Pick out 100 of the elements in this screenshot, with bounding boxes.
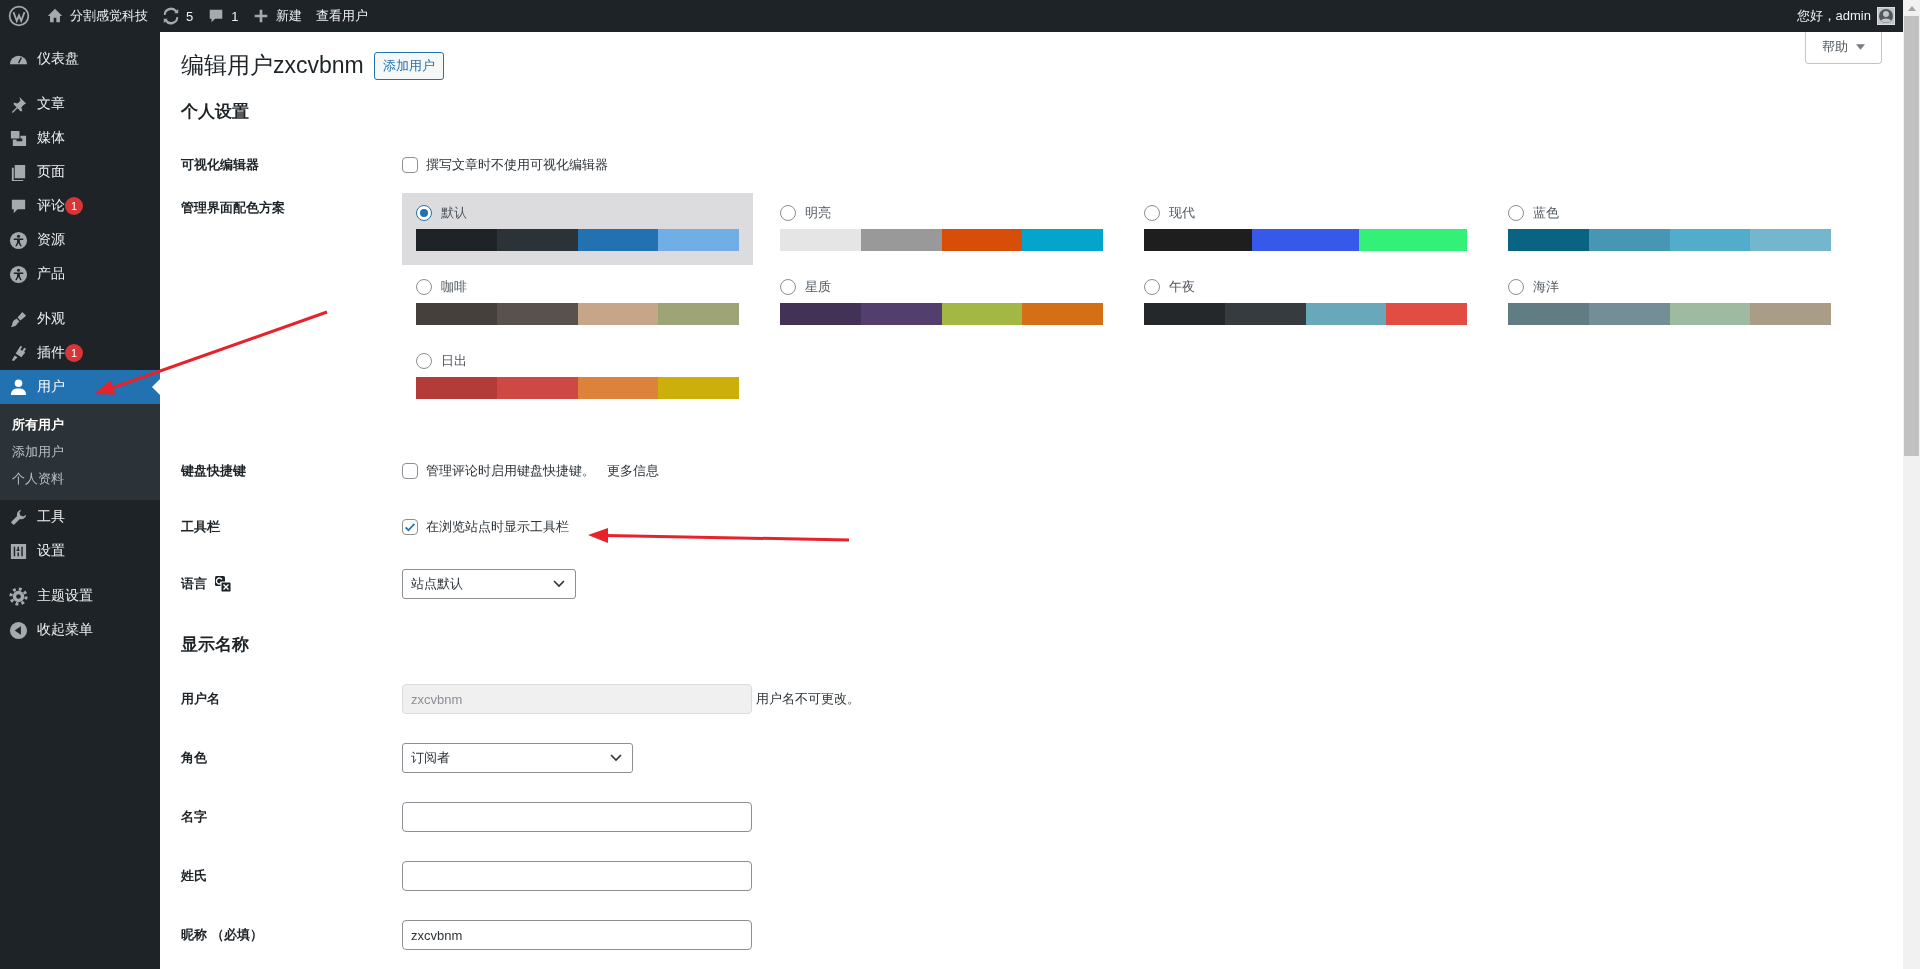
menu-item[interactable]: 收起菜单 — [0, 613, 160, 647]
checkbox[interactable] — [402, 157, 418, 173]
chevron-icon — [553, 580, 565, 588]
media-icon — [9, 128, 28, 148]
menu-item[interactable]: 插件 1 — [0, 336, 160, 370]
menu-item[interactable]: 页面 — [0, 155, 160, 189]
color-scheme-option[interactable]: 明亮 — [766, 193, 1117, 265]
menu-item[interactable]: 产品 — [0, 257, 160, 291]
select-field[interactable]: 订阅者 — [402, 743, 633, 773]
menu-item[interactable]: 外观 — [0, 302, 160, 336]
checkbox[interactable] — [402, 519, 418, 535]
more-info-link[interactable]: 更多信息 — [607, 462, 659, 480]
scheme-name: 明亮 — [805, 204, 831, 222]
wordpress-logo-icon[interactable] — [8, 5, 30, 27]
scroll-up-icon[interactable] — [1907, 6, 1916, 11]
scheme-name: 星质 — [805, 278, 831, 296]
wrench-icon — [9, 507, 28, 527]
field-label: 可视化编辑器 — [181, 156, 259, 174]
menu-item[interactable]: 设置 — [0, 534, 160, 568]
radio-button[interactable] — [1144, 279, 1160, 295]
menu-item[interactable]: 评论 1 — [0, 189, 160, 223]
user-icon — [9, 377, 28, 397]
updates-link[interactable]: 5 — [162, 7, 194, 25]
field-label: 姓氏 — [181, 867, 207, 885]
radio-button[interactable] — [1508, 279, 1524, 295]
color-scheme-option[interactable]: 默认 — [402, 193, 753, 265]
radio-button[interactable] — [1508, 205, 1524, 221]
submenu-item[interactable]: 所有用户 — [0, 411, 160, 438]
field-label: 语言 — [181, 575, 207, 593]
site-name-link[interactable]: 分割感觉科技 — [46, 7, 148, 25]
avatar-icon[interactable] — [1877, 7, 1895, 25]
checkbox-label: 在浏览站点时显示工具栏 — [426, 518, 569, 536]
menu-item[interactable]: 资源 — [0, 223, 160, 257]
field-note: 用户名不可更改。 — [756, 690, 860, 708]
menu-item[interactable]: 用户 — [0, 370, 160, 404]
caret-icon — [1856, 44, 1865, 50]
radio-button[interactable] — [780, 279, 796, 295]
field-label: 昵称 （必填） — [181, 926, 263, 944]
select-field[interactable]: 站点默认 — [402, 569, 576, 599]
section-heading: 个人设置 — [181, 101, 250, 123]
color-scheme-option[interactable]: 咖啡 — [402, 267, 753, 339]
count-badge: 1 — [65, 197, 83, 215]
radio-button[interactable] — [780, 205, 796, 221]
view-user-link[interactable]: 查看用户 — [316, 7, 369, 25]
radio-button[interactable] — [1144, 205, 1160, 221]
text-field[interactable] — [402, 802, 752, 832]
translate-icon — [215, 576, 231, 592]
checkbox-label: 撰写文章时不使用可视化编辑器 — [426, 156, 608, 174]
menu-item[interactable]: 媒体 — [0, 121, 160, 155]
radio-button[interactable] — [416, 279, 432, 295]
scrollbar[interactable] — [1903, 0, 1920, 969]
color-scheme-option[interactable]: 星质 — [766, 267, 1117, 339]
scheme-name: 咖啡 — [441, 278, 467, 296]
page-icon — [9, 162, 28, 182]
submenu-item[interactable]: 个人资料 — [0, 465, 160, 492]
help-button[interactable]: 帮助 — [1805, 32, 1882, 64]
gear-icon — [9, 586, 28, 606]
comments-link[interactable]: 1 — [207, 7, 239, 25]
field-label: 名字 — [181, 808, 207, 826]
scheme-name: 默认 — [441, 204, 467, 222]
new-link[interactable]: 新建 — [252, 7, 303, 25]
field-label: 管理界面配色方案 — [181, 199, 285, 217]
radio-button[interactable] — [416, 205, 432, 221]
plug-icon — [9, 343, 28, 363]
add-user-button[interactable]: 添加用户 — [373, 51, 444, 80]
color-scheme-option[interactable]: 海洋 — [1494, 267, 1845, 339]
sliders-icon — [9, 541, 28, 561]
color-scheme-option[interactable]: 现代 — [1130, 193, 1481, 265]
text-field[interactable]: zxcvbnm — [402, 920, 752, 950]
menu-item[interactable]: 工具 — [0, 500, 160, 534]
radio-button[interactable] — [416, 353, 432, 369]
page-title: 编辑用户zxcvbnm — [181, 51, 364, 80]
field-label: 用户名 — [181, 690, 220, 708]
color-scheme-option[interactable]: 蓝色 — [1494, 193, 1845, 265]
count-badge: 1 — [65, 344, 83, 362]
text-field[interactable] — [402, 861, 752, 891]
brush-icon — [9, 309, 28, 329]
scheme-name: 现代 — [1169, 204, 1195, 222]
field-label: 工具栏 — [181, 518, 220, 536]
chevron-icon — [610, 754, 622, 762]
checkbox[interactable] — [402, 463, 418, 479]
menu-item[interactable]: 仪表盘 — [0, 42, 160, 76]
refresh-icon — [162, 7, 180, 25]
scheme-name: 海洋 — [1533, 278, 1559, 296]
field-label: 键盘快捷键 — [181, 462, 246, 480]
menu-item[interactable]: 主题设置 — [0, 579, 160, 613]
color-scheme-option[interactable]: 午夜 — [1130, 267, 1481, 339]
home-icon — [46, 7, 64, 25]
checkbox-label: 管理评论时启用键盘快捷键。 — [426, 462, 595, 480]
scheme-name: 蓝色 — [1533, 204, 1559, 222]
color-scheme-option[interactable]: 日出 — [402, 341, 753, 413]
section-heading: 显示名称 — [181, 634, 250, 656]
field-label: 角色 — [181, 749, 207, 767]
scheme-name: 午夜 — [1169, 278, 1195, 296]
access-icon — [9, 264, 28, 284]
scheme-name: 日出 — [441, 352, 467, 370]
greeting-link[interactable]: 您好，admin — [1796, 7, 1871, 25]
submenu-item[interactable]: 添加用户 — [0, 438, 160, 465]
access-icon — [9, 230, 28, 250]
menu-item[interactable]: 文章 — [0, 87, 160, 121]
